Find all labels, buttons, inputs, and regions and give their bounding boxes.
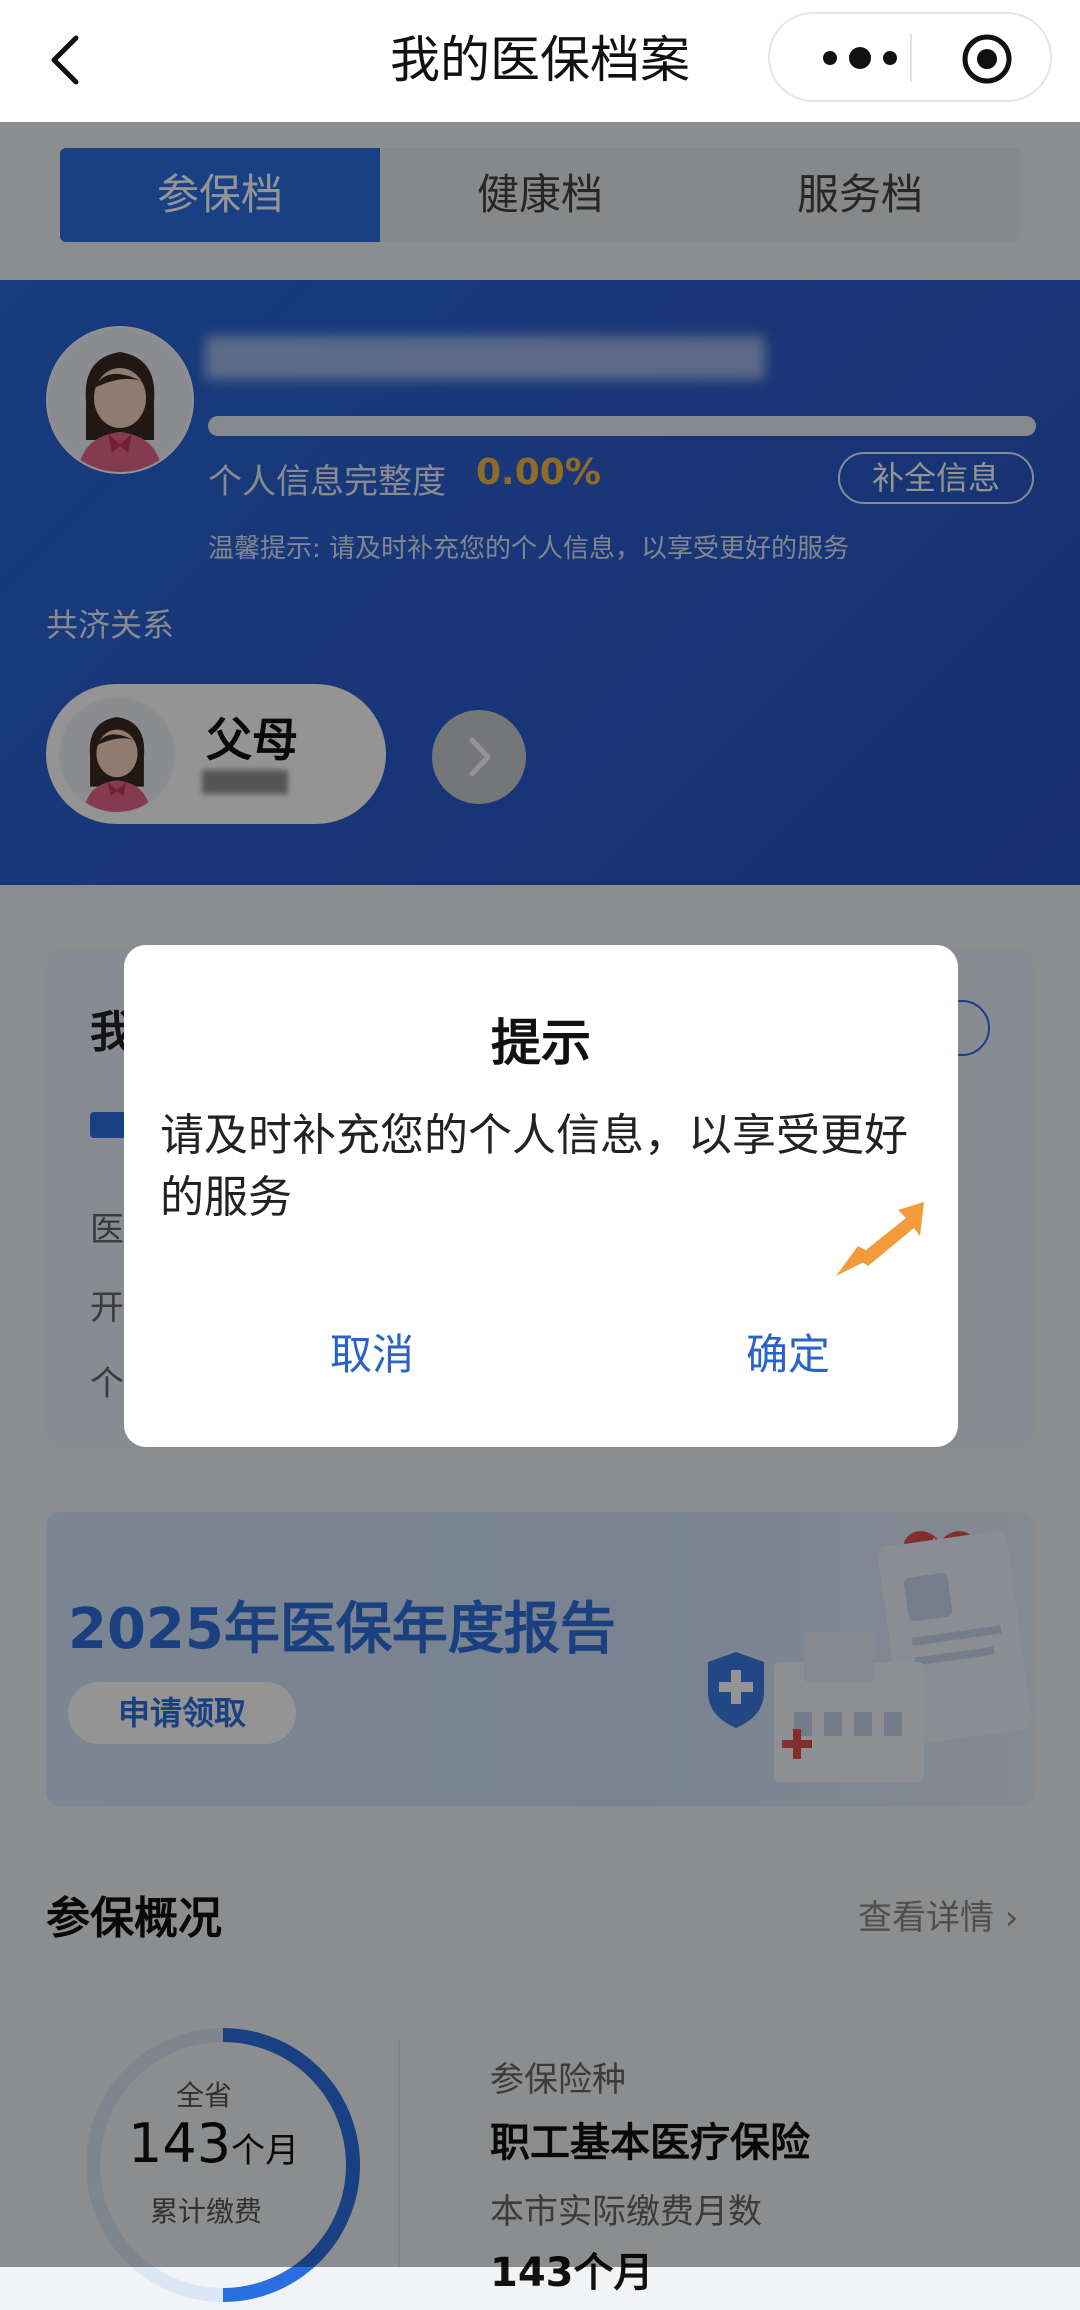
cancel-button[interactable]: 取消 — [292, 1321, 452, 1382]
more-icon[interactable] — [810, 40, 910, 76]
dialog-title: 提示 — [491, 1014, 591, 1072]
pointer-arrow-icon — [836, 1202, 924, 1276]
close-mini-program-icon[interactable] — [960, 32, 1014, 86]
nav-bar: 我的医保档案 — [0, 0, 1080, 122]
capsule-divider — [910, 34, 912, 82]
tip-dialog: 提示 请及时补充您的个人信息，以享受更好的服务 取消 确定 — [124, 945, 958, 1447]
dialog-content: 请及时补充您的个人信息，以享受更好的服务 — [160, 1110, 908, 1223]
confirm-button[interactable]: 确定 — [708, 1321, 868, 1382]
mini-program-capsule — [768, 12, 1052, 102]
